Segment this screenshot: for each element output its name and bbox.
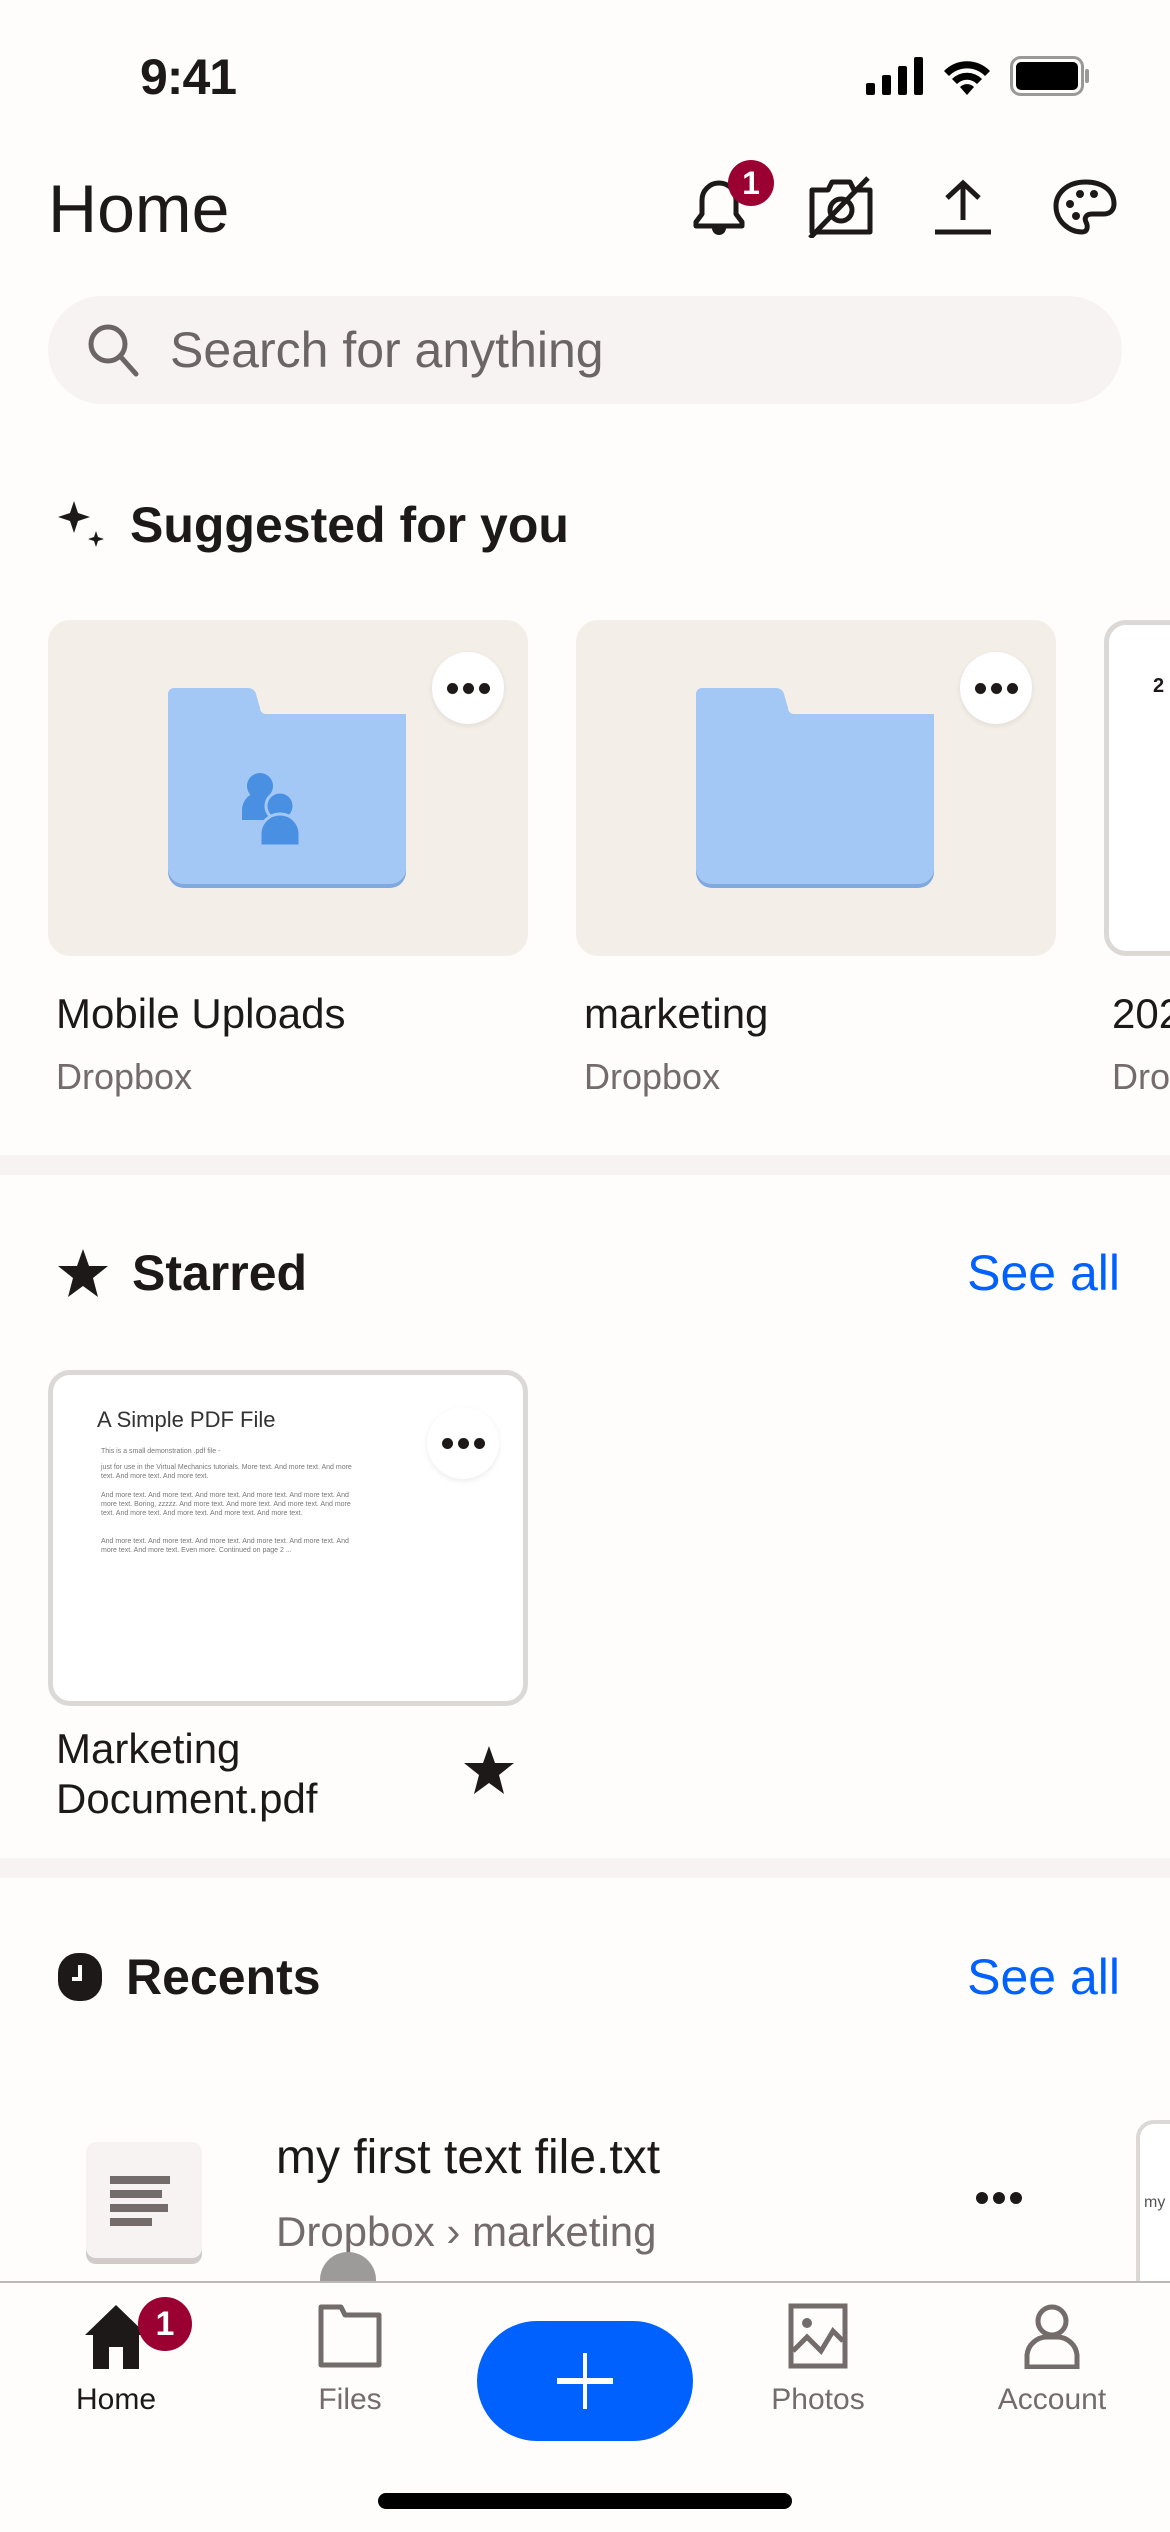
- header: Home 1: [0, 160, 1170, 260]
- account-icon: [1024, 2304, 1080, 2369]
- tab-label: Files: [318, 2383, 382, 2416]
- recents-title: Recents: [126, 1949, 321, 2005]
- document-thumbnail: 2: [1104, 620, 1170, 956]
- upload-button[interactable]: [930, 174, 996, 240]
- search-icon: [88, 324, 139, 377]
- tab-label: Account: [997, 2383, 1107, 2416]
- camera-uploads-button[interactable]: [808, 174, 874, 240]
- page-title: Home: [48, 171, 230, 247]
- more-options-button[interactable]: [976, 2192, 1022, 2204]
- status-time: 9:41: [140, 49, 237, 105]
- card-title: 202: [1112, 990, 1170, 1037]
- suggested-card-marketing[interactable]: marketing Dropbox: [576, 620, 1056, 1098]
- more-options-button[interactable]: [960, 652, 1032, 724]
- photos-icon: [788, 2303, 848, 2369]
- folder-thumbnail: [48, 620, 528, 956]
- camera-off-icon: [808, 176, 873, 238]
- starred-see-all-link[interactable]: See all: [967, 1244, 1120, 1302]
- cellular-signal-icon: [866, 57, 923, 95]
- folder-icon: [696, 688, 934, 888]
- clock-icon: [58, 1953, 102, 2001]
- suggested-card-partial[interactable]: 2 202 Dro: [1104, 620, 1170, 1098]
- starred-card[interactable]: A Simple PDF File This is a small demons…: [48, 1370, 528, 1824]
- search-input[interactable]: [170, 321, 1070, 379]
- suggested-header: Suggested for you: [56, 496, 569, 554]
- recent-file-name: my first text file.txt: [276, 2131, 661, 2184]
- theme-button[interactable]: [1052, 174, 1118, 240]
- upload-icon: [935, 179, 991, 235]
- header-actions: 1: [686, 160, 1118, 240]
- home-indicator: [378, 2493, 792, 2509]
- status-icons: [866, 56, 1090, 96]
- tab-files[interactable]: Files: [250, 2303, 450, 2417]
- status-bar: 9:41: [0, 0, 1170, 150]
- more-options-button[interactable]: [427, 1407, 499, 1479]
- card-location: Dropbox: [56, 1056, 193, 1097]
- battery-icon: [1010, 56, 1089, 96]
- notification-badge: 1: [728, 160, 774, 206]
- text-file-icon: [86, 2142, 202, 2258]
- palette-icon: [1053, 179, 1117, 235]
- sparkle-icon: [58, 501, 104, 547]
- card-title: Marketing Document.pdf: [56, 1725, 318, 1822]
- search-bar[interactable]: [48, 296, 1122, 404]
- create-button[interactable]: [477, 2321, 693, 2441]
- home-badge: 1: [138, 2297, 192, 2351]
- starred-star-icon[interactable]: [462, 1744, 516, 1796]
- wifi-icon: [944, 61, 990, 95]
- suggested-title: Suggested for you: [130, 497, 569, 553]
- tab-account[interactable]: Account: [952, 2303, 1152, 2417]
- notifications-button[interactable]: 1: [686, 160, 774, 240]
- card-location: Dropbox: [584, 1056, 721, 1097]
- shared-folder-icon: [168, 688, 406, 888]
- recents-header: Recents: [56, 1948, 321, 2006]
- starred-header: Starred: [56, 1244, 307, 1302]
- star-icon: [58, 1249, 108, 1297]
- section-divider: [0, 1858, 1170, 1878]
- pdf-preview-title: A Simple PDF File: [97, 1407, 276, 1432]
- folder-thumbnail: [576, 620, 1056, 956]
- card-title: Mobile Uploads: [56, 990, 346, 1037]
- folder-outline-icon: [318, 2304, 382, 2368]
- card-location: Dro: [1112, 1056, 1170, 1097]
- tab-photos[interactable]: Photos: [718, 2303, 918, 2417]
- tab-home[interactable]: 1 Home: [16, 2297, 216, 2417]
- tab-label: Photos: [771, 2383, 865, 2416]
- plus-icon: [557, 2353, 613, 2409]
- starred-title: Starred: [132, 1245, 308, 1301]
- recent-file-row[interactable]: my first text file.txt Dropbox › marketi…: [0, 2120, 1170, 2310]
- card-title: marketing: [584, 990, 769, 1037]
- suggested-card-mobile-uploads[interactable]: Mobile Uploads Dropbox: [48, 620, 528, 1098]
- recents-see-all-link[interactable]: See all: [967, 1948, 1120, 2006]
- pdf-thumbnail: A Simple PDF File This is a small demons…: [48, 1370, 528, 1706]
- tab-label: Home: [75, 2383, 157, 2416]
- section-divider: [0, 1155, 1170, 1175]
- recent-file-path: Dropbox › marketing: [276, 2208, 657, 2255]
- more-options-button[interactable]: [432, 652, 504, 724]
